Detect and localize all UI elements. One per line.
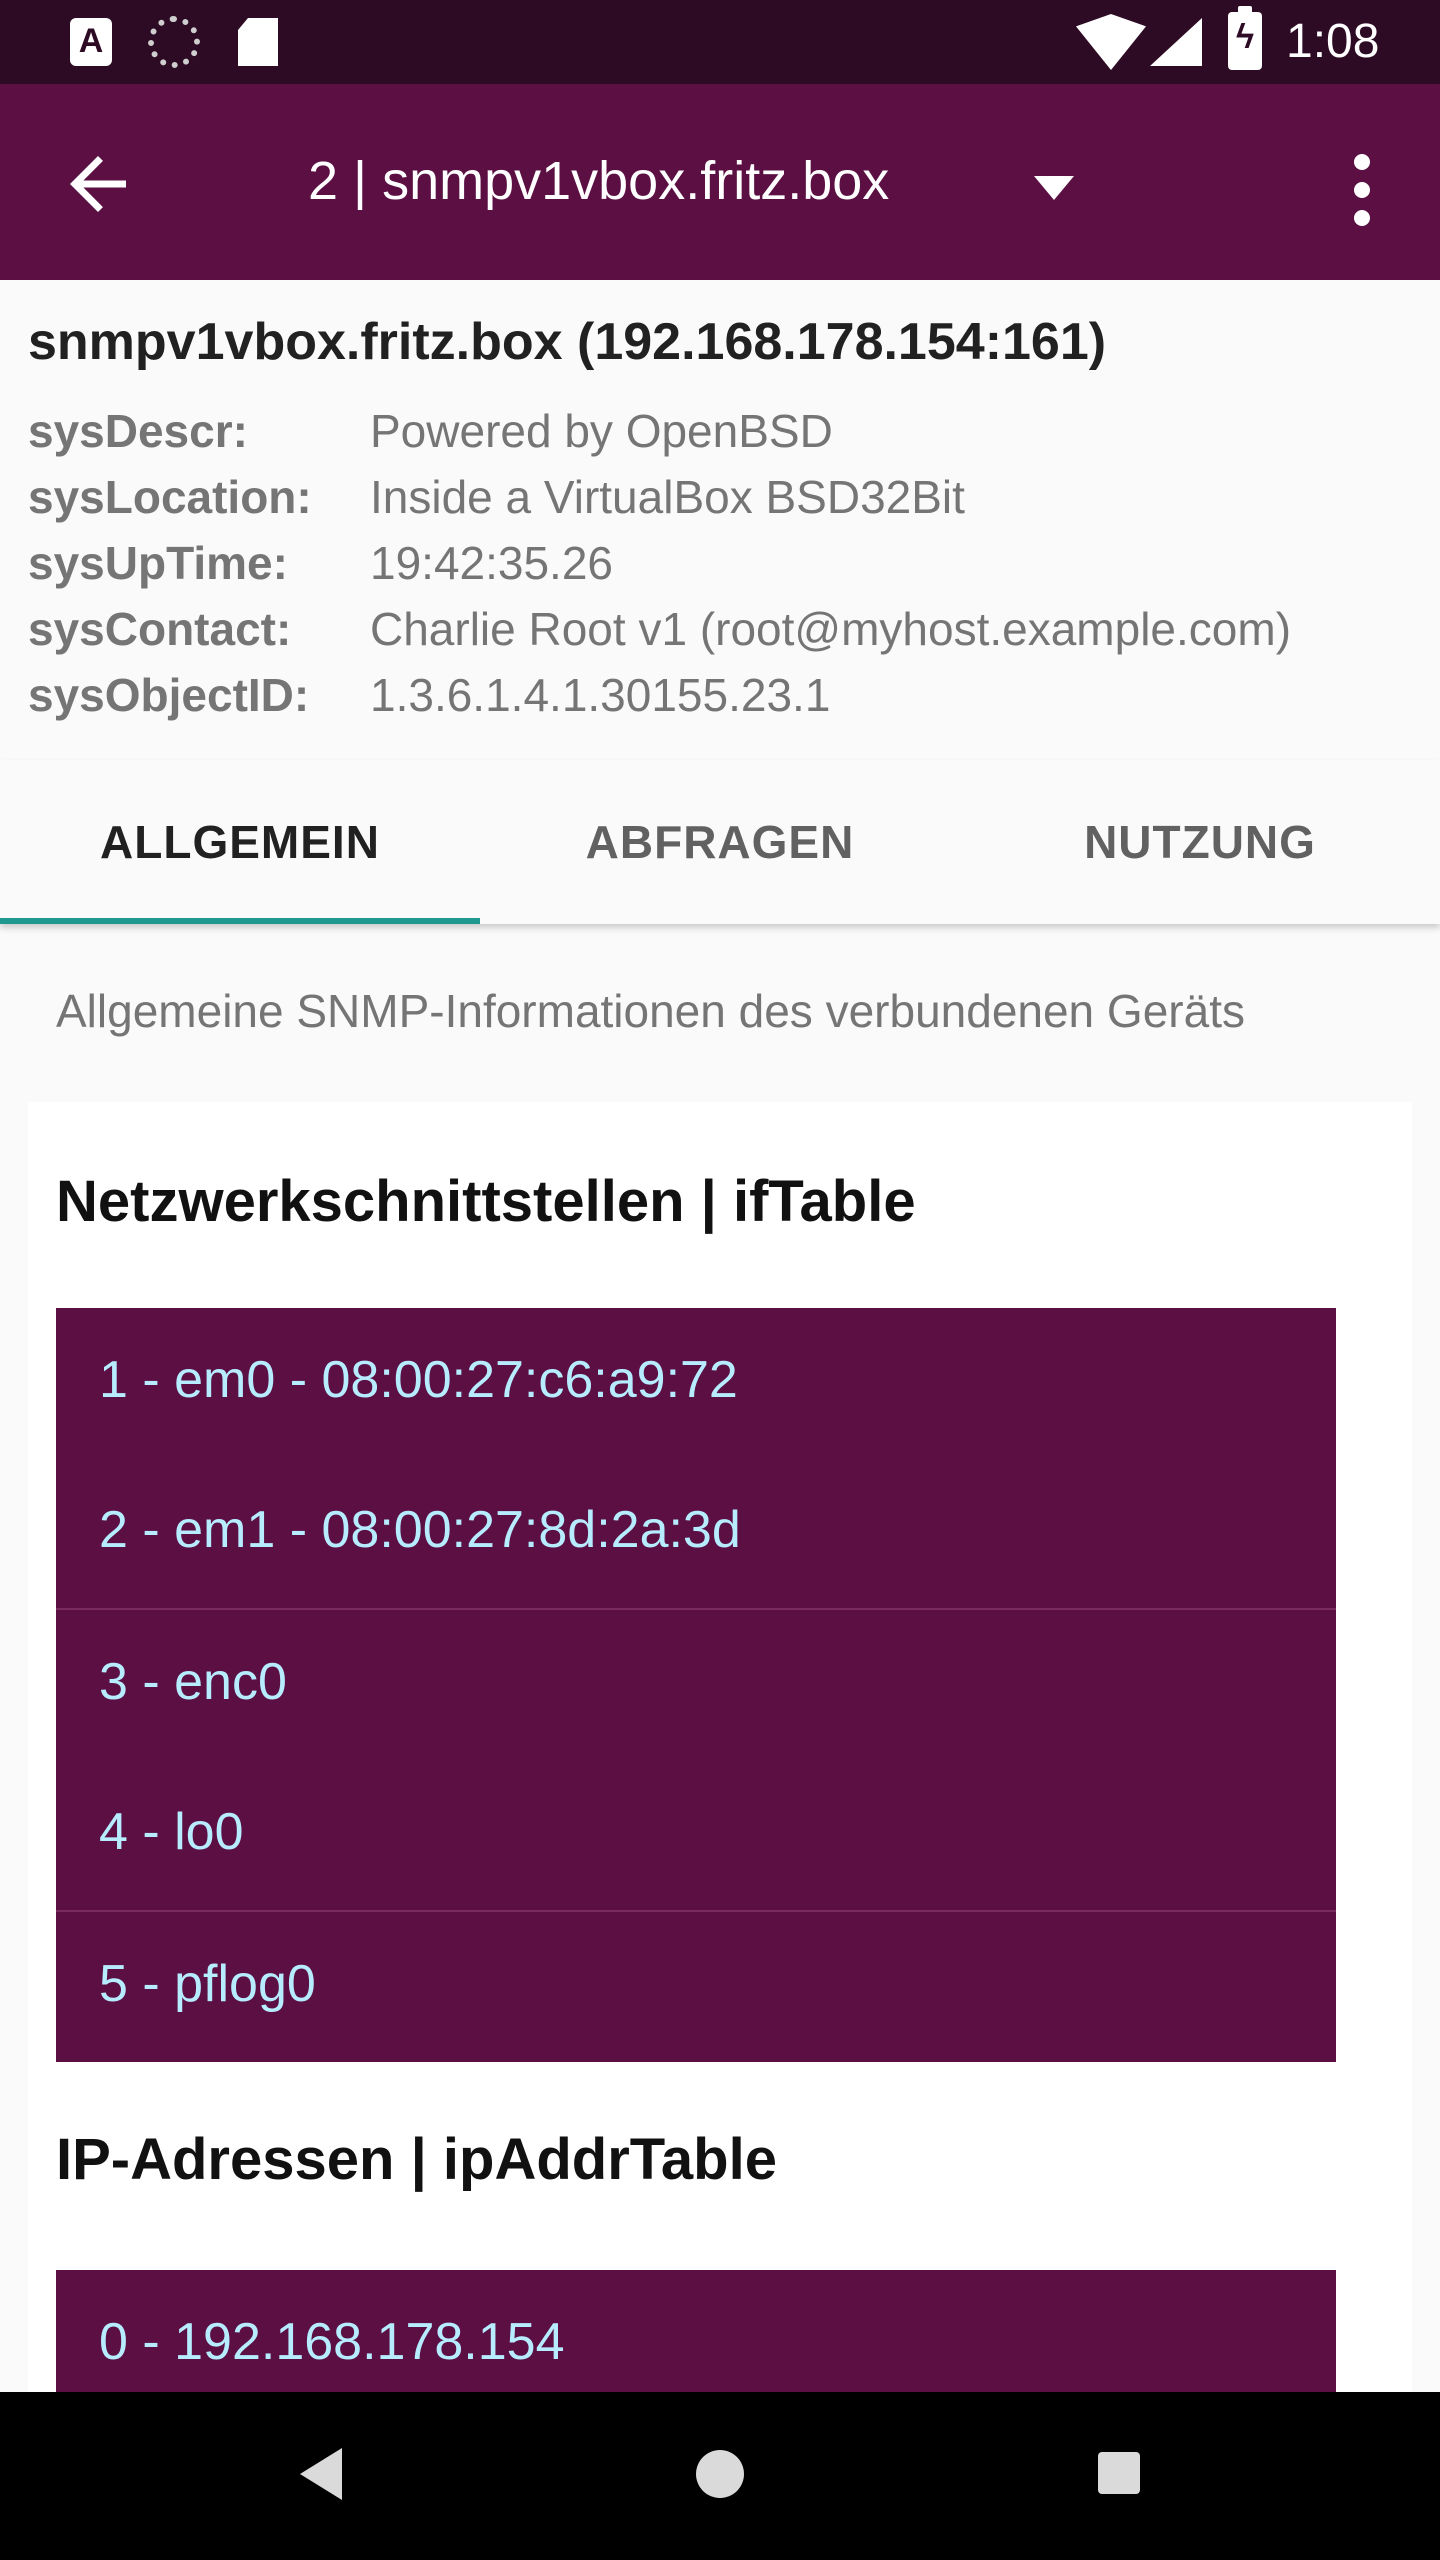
wifi-icon xyxy=(1076,14,1146,70)
ip-addresses-title: IP-Adressen | ipAddrTable xyxy=(56,2127,777,2192)
arrow-back-icon xyxy=(70,156,126,212)
tab-allgemein[interactable]: ALLGEMEIN xyxy=(0,760,480,924)
interface-label: 2 - em1 - 08:00:27:8d:2a:3d xyxy=(99,1501,741,1559)
interface-label: 3 - enc0 xyxy=(99,1653,287,1711)
device-dropdown-button[interactable] xyxy=(1030,168,1078,208)
navigation-bar xyxy=(0,2392,1440,2560)
sd-card-icon xyxy=(238,18,278,66)
info-key: sysObjectID: xyxy=(28,669,310,721)
text-app-icon: A xyxy=(70,18,112,66)
interface-label: 4 - lo0 xyxy=(99,1803,244,1861)
tab-indicator xyxy=(0,918,480,924)
interfaces-list: 1 - em0 - 08:00:27:c6:a9:72 2 - em1 - 08… xyxy=(56,1308,1336,2062)
info-value: Powered by OpenBSD xyxy=(370,405,833,457)
list-item[interactable]: 5 - pflog0 xyxy=(56,1912,1336,2062)
tab-nutzung[interactable]: NUTZUNG xyxy=(960,760,1440,924)
list-item[interactable]: 0 - 192.168.178.154 xyxy=(56,2270,1336,2392)
info-value: 19:42:35.26 xyxy=(370,537,614,589)
info-card: Netzwerkschnittstellen | ifTable 1 - em0… xyxy=(28,1102,1412,2392)
list-item[interactable]: 3 - enc0 xyxy=(56,1610,1336,1760)
info-key: sysUpTime: xyxy=(28,537,288,589)
info-key: sysLocation: xyxy=(28,471,312,523)
section-description: Allgemeine SNMP-Informationen des verbun… xyxy=(56,985,1245,1037)
ip-address-label: 0 - 192.168.178.154 xyxy=(99,2313,565,2371)
interface-label: 1 - em0 - 08:00:27:c6:a9:72 xyxy=(99,1351,738,1409)
nav-home-icon[interactable] xyxy=(696,2450,744,2498)
info-value: Charlie Root v1 (root@myhost.example.com… xyxy=(370,603,1292,655)
back-button[interactable] xyxy=(56,142,140,226)
device-header: snmpv1vbox.fritz.box (192.168.178.154:16… xyxy=(28,313,1107,371)
list-item[interactable]: 2 - em1 - 08:00:27:8d:2a:3d xyxy=(56,1458,1336,1608)
ip-addresses-list: 0 - 192.168.178.154 xyxy=(56,2270,1336,2392)
loading-icon xyxy=(148,16,200,68)
app-bar: 2 | snmpv1vbox.fritz.box xyxy=(0,84,1440,280)
info-value: Inside a VirtualBox BSD32Bit xyxy=(370,471,965,523)
nav-back-icon[interactable] xyxy=(300,2448,342,2500)
status-time: 1:08 xyxy=(1286,15,1380,68)
overflow-menu-button[interactable] xyxy=(1336,150,1388,230)
list-item[interactable]: 4 - lo0 xyxy=(56,1760,1336,1910)
status-bar: A ϟ 1:08 xyxy=(0,0,1440,84)
tab-abfragen[interactable]: ABFRAGEN xyxy=(480,760,960,924)
info-key: sysDescr: xyxy=(28,405,248,457)
interfaces-title: Netzwerkschnittstellen | ifTable xyxy=(56,1169,916,1234)
device-selector-title[interactable]: 2 | snmpv1vbox.fritz.box xyxy=(308,150,889,212)
dropdown-arrow-icon xyxy=(1034,176,1074,200)
list-item[interactable]: 1 - em0 - 08:00:27:c6:a9:72 xyxy=(56,1308,1336,1458)
signal-icon xyxy=(1150,18,1202,66)
interface-label: 5 - pflog0 xyxy=(99,1955,316,2013)
tab-bar: ALLGEMEIN ABFRAGEN NUTZUNG xyxy=(0,760,1440,924)
more-vert-icon xyxy=(1354,154,1370,226)
nav-recents-icon[interactable] xyxy=(1098,2452,1140,2494)
battery-charging-icon: ϟ xyxy=(1228,6,1262,70)
info-key: sysContact: xyxy=(28,603,292,655)
info-value: 1.3.6.1.4.1.30155.23.1 xyxy=(370,669,831,721)
